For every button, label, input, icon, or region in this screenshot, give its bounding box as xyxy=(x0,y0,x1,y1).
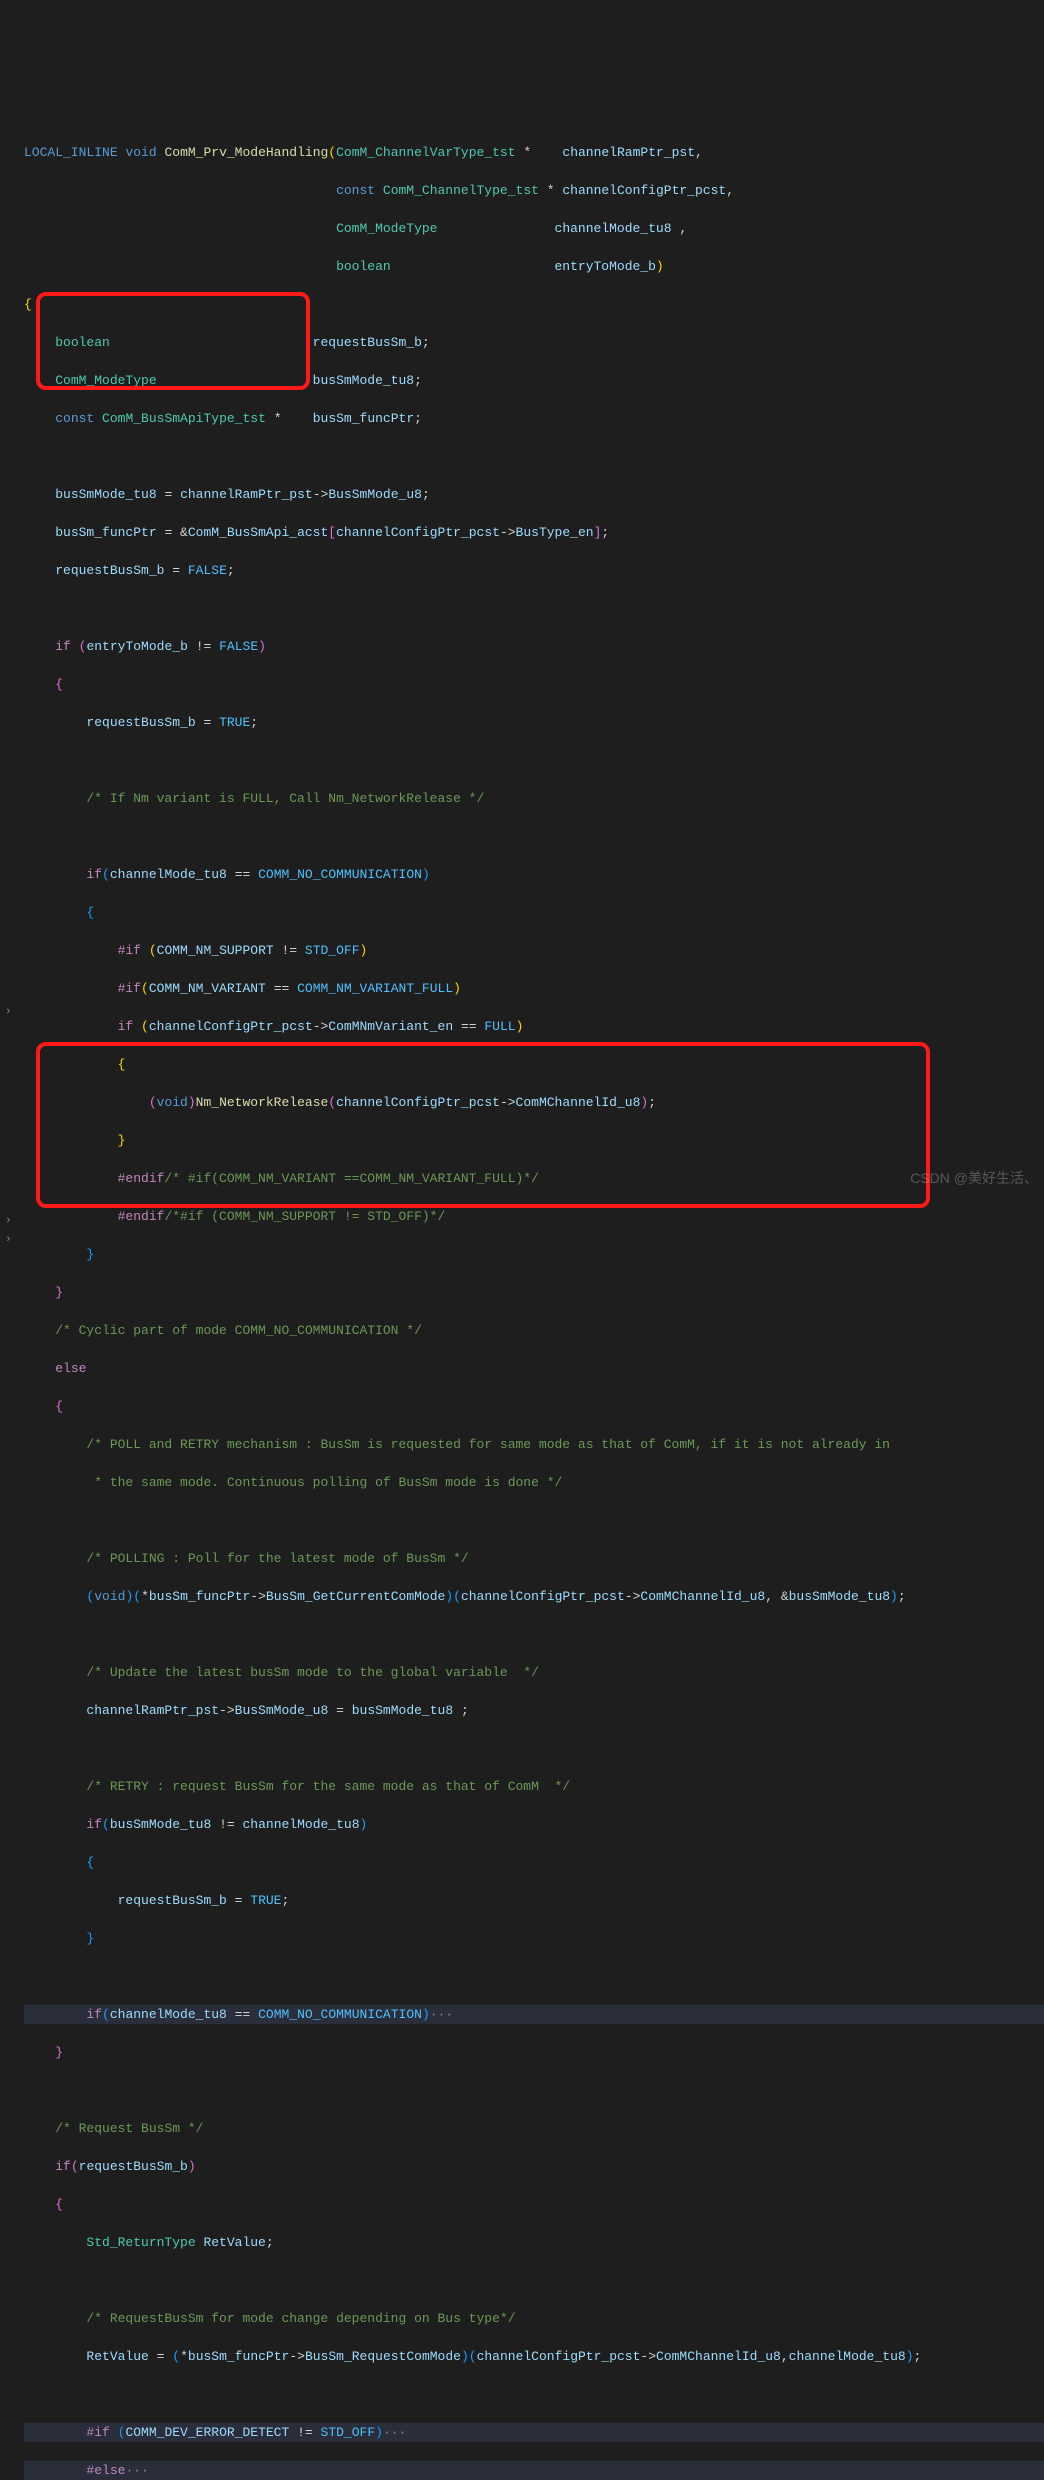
fold-arrow-icon[interactable]: › xyxy=(5,1006,12,1018)
fold-arrow-icon[interactable]: › xyxy=(5,1215,12,1227)
watermark: CSDN @美好生活、 xyxy=(910,1168,1038,1188)
macro: LOCAL_INLINE xyxy=(24,145,118,160)
code-editor[interactable]: › › › LOCAL_INLINE void ComM_Prv_ModeHan… xyxy=(0,60,1044,2480)
gutter: › › › xyxy=(2,60,18,2480)
code-content: LOCAL_INLINE void ComM_Prv_ModeHandling(… xyxy=(24,124,1044,2480)
fold-arrow-icon[interactable]: › xyxy=(5,1234,12,1246)
